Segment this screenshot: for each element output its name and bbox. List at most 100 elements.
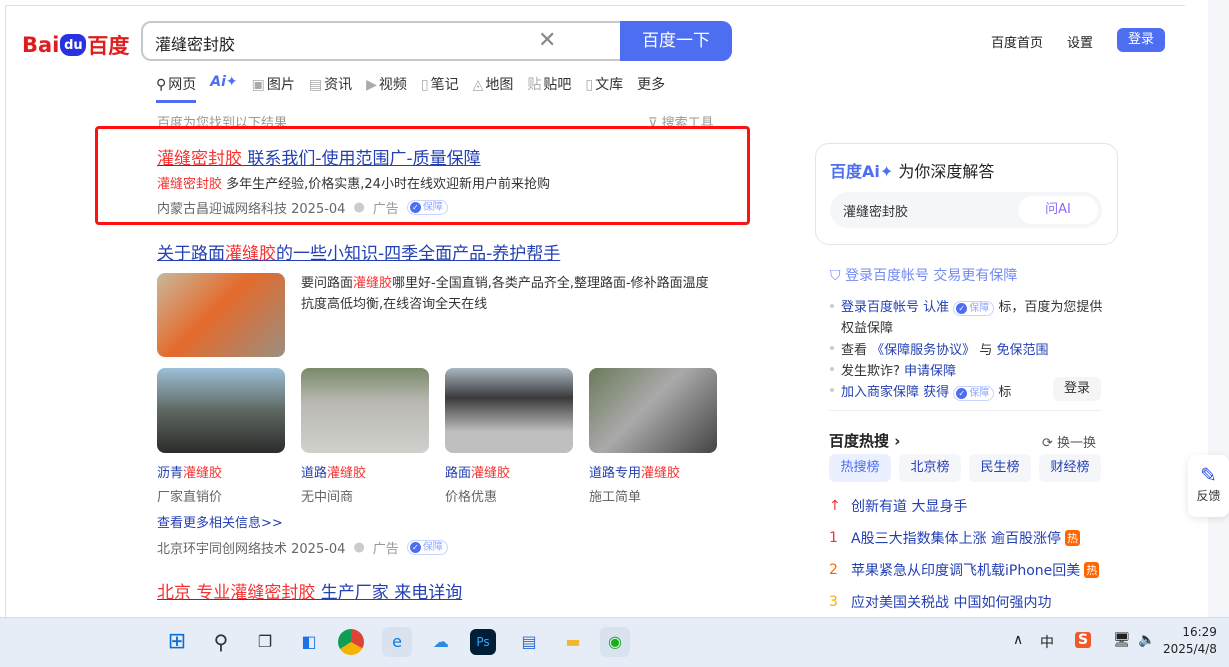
tab-ai[interactable]: Ai✦	[210, 74, 237, 103]
search-icon[interactable]: ⚲	[206, 627, 236, 657]
result-desc: 灌缝密封胶 多年生产经验,价格实惠,24小时在线欢迎新用户前来抢购	[157, 173, 550, 192]
hot-search-title[interactable]: 百度热搜 ›	[829, 430, 900, 451]
caption-text: 道路	[301, 466, 328, 481]
ask-ai-button[interactable]: 问AI	[1018, 196, 1098, 224]
tab-hot[interactable]: 热搜榜	[829, 454, 891, 482]
apply-guarantee-link[interactable]: 申请保障	[904, 364, 956, 379]
tab-label: 贴吧	[543, 77, 572, 93]
search-button[interactable]: 百度一下	[620, 21, 732, 61]
hot-item[interactable]: 1 A股三大指数集体上涨 逾百股涨停热	[829, 528, 1081, 548]
guarantee-badge[interactable]: ✓ 保障	[406, 540, 448, 555]
chevron-up-icon[interactable]: ∧	[1013, 632, 1023, 648]
result-title[interactable]: 北京 专业灌缝密封胶 生产厂家 来电详询	[157, 578, 462, 603]
baidu-logo[interactable]: Bai du 百度	[22, 30, 129, 60]
guarantee-line: 查看 《保障服务协议》 与 免保范围	[841, 339, 1048, 358]
hot-item[interactable]: ↑ 创新有道 大显身手	[829, 496, 967, 516]
title-text: 关于路面	[157, 244, 225, 264]
network-icon[interactable]: 🖥	[1113, 632, 1131, 648]
clear-icon[interactable]: ✕	[538, 28, 556, 53]
home-link[interactable]: 百度首页	[991, 32, 1043, 51]
tab-images[interactable]: ▣ 图片	[252, 74, 295, 103]
caption-keyword: 灌缝胶	[183, 466, 223, 481]
taskbar: ⊞ ⚲ ❐ ◧ e ☁ Ps ▤ ▬ ◉ ∧ 中 S 🖥 🔈 16:29 2025…	[0, 617, 1229, 667]
thumb-caption[interactable]: 路面灌缝胶	[445, 462, 510, 481]
join-merchant-link[interactable]: 加入商家保障 获得	[841, 385, 949, 400]
ai-query-input[interactable]: 灌缝密封胶 问AI	[830, 192, 1102, 228]
refresh-label: 换一换	[1057, 436, 1097, 451]
chrome-icon[interactable]	[338, 629, 364, 655]
task-view-icon[interactable]: ❐	[250, 627, 280, 657]
login-account-link[interactable]: 登录百度帐号 认准	[841, 300, 949, 315]
tab-notes[interactable]: ▯ 笔记	[421, 74, 459, 103]
thumb-image[interactable]	[589, 368, 717, 453]
wechat-icon[interactable]: ◉	[600, 627, 630, 657]
result-desc: 要问路面灌缝胶哪里好-全国直销,各类产品齐全,整理路面-修补路面温度抗度高低均衡…	[301, 273, 721, 315]
settings-link[interactable]: 设置	[1067, 32, 1093, 51]
tab-beijing[interactable]: 北京榜	[899, 454, 961, 482]
guarantee-line: 加入商家保障 获得 ✓ 保障 标	[841, 381, 1011, 401]
hot-item[interactable]: 3 应对美国关税战 中国如何强内功	[829, 592, 1051, 612]
login-button[interactable]: 登录	[1117, 28, 1165, 52]
title-keyword: 北京 专业	[157, 583, 231, 603]
scrollbar-track[interactable]	[1208, 0, 1229, 617]
result-title[interactable]: 关于路面灌缝胶的一些小知识-四季全面产品-养护帮手	[157, 239, 560, 264]
thumb-image[interactable]	[157, 368, 285, 453]
tab-video[interactable]: ▶ 视频	[366, 74, 407, 103]
service-agreement-link[interactable]: 《保障服务协议》	[871, 343, 975, 358]
volume-icon[interactable]: 🔈	[1138, 632, 1155, 648]
edge-icon[interactable]: e	[382, 627, 412, 657]
guarantee-text: 查看	[841, 343, 868, 358]
tab-wenku[interactable]: ▯ 文库	[585, 74, 623, 103]
title-text: 生产厂家 来电详询	[315, 583, 463, 603]
guarantee-login-button[interactable]: 登录	[1053, 377, 1101, 401]
info-icon[interactable]: ●	[353, 540, 364, 555]
pen-icon: ✎	[1200, 463, 1217, 487]
guarantee-line: 发生欺诈? 申请保障	[841, 360, 956, 379]
tab-map[interactable]: ◬ 地图	[473, 74, 514, 103]
exemption-link[interactable]: 免保范围	[996, 343, 1048, 358]
tab-tieba[interactable]: 贴贴吧	[527, 74, 571, 103]
guarantee-text: 与	[979, 343, 993, 358]
weather-icon[interactable]: ☁	[426, 627, 456, 657]
start-icon[interactable]: ⊞	[162, 627, 192, 657]
tab-web[interactable]: ⚲ 网页	[156, 74, 197, 103]
thumb-image[interactable]	[445, 368, 573, 453]
result-image[interactable]	[157, 273, 285, 357]
tab-finance[interactable]: 财经榜	[1039, 454, 1101, 482]
hot-item-text: 苹果紧急从印度调飞机载iPhone回美	[851, 563, 1081, 579]
guarantee-badge[interactable]: ✓ 保障	[406, 200, 448, 215]
hot-tabs: 热搜榜 北京榜 民生榜 财经榜	[829, 454, 1101, 482]
tab-label: 资讯	[324, 77, 353, 93]
info-icon[interactable]: ●	[353, 200, 364, 215]
file-explorer-icon[interactable]: ▬	[558, 627, 588, 657]
guarantee-heading[interactable]: ⛉ 登录百度帐号 交易更有保障	[830, 265, 1017, 285]
thumb-caption[interactable]: 道路专用灌缝胶	[589, 462, 680, 481]
date: 2025/4/8	[1163, 642, 1217, 656]
title-text: 的一些小知识-四季全面产品-养护帮手	[276, 244, 561, 264]
ai-query-text: 灌缝密封胶	[843, 205, 909, 220]
thumb-image[interactable]	[301, 368, 429, 453]
tab-livelihood[interactable]: 民生榜	[969, 454, 1031, 482]
tab-label: 图片	[266, 77, 295, 93]
ime-indicator[interactable]: 中	[1040, 632, 1054, 652]
clock[interactable]: 16:29 2025/4/8	[1163, 624, 1217, 658]
ad-label: 广告	[372, 542, 399, 557]
thumb-caption[interactable]: 沥青灌缝胶	[157, 462, 222, 481]
result-title[interactable]: 灌缝密封胶 联系我们-使用范围广-质量保障	[157, 144, 481, 169]
feedback-button[interactable]: ✎ 反馈	[1188, 455, 1229, 517]
more-info-link[interactable]: 查看更多相关信息>>	[157, 512, 283, 531]
refresh-button[interactable]: ⟳ 换一换	[1042, 432, 1096, 451]
title-keyword: 灌缝密封胶	[157, 149, 242, 169]
tab-more[interactable]: 更多	[637, 74, 665, 103]
wenku-icon: ▯	[585, 77, 594, 93]
photoshop-icon[interactable]: Ps	[470, 629, 496, 655]
sogou-icon[interactable]: S	[1075, 632, 1092, 648]
thumb-caption[interactable]: 道路灌缝胶	[301, 462, 366, 481]
search-tabs: ⚲ 网页 Ai✦ ▣ 图片 ▤ 资讯 ▶ 视频 ▯ 笔记 ◬ 地图 贴贴吧 ▯ 文库 更多	[156, 74, 665, 103]
notepad-icon[interactable]: ▤	[514, 627, 544, 657]
widgets-icon[interactable]: ◧	[294, 627, 324, 657]
source-text: 内蒙古昌迎诚网络科技 2025-04	[157, 202, 346, 217]
bullet	[830, 346, 834, 350]
tab-news[interactable]: ▤ 资讯	[309, 74, 352, 103]
hot-item[interactable]: 2 苹果紧急从印度调飞机载iPhone回美热	[829, 560, 1100, 580]
